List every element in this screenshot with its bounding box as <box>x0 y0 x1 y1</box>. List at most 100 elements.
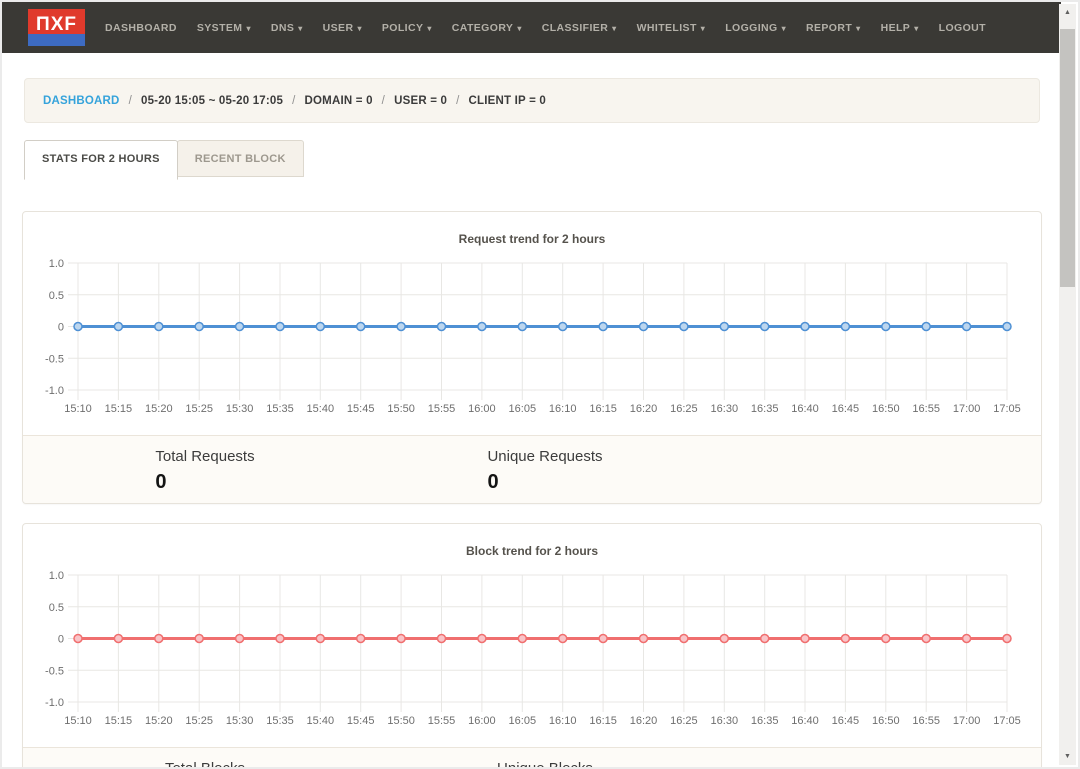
nav-item-label: CATEGORY <box>452 22 514 34</box>
breadcrumb-item: CLIENT IP = 0 <box>469 95 546 107</box>
svg-text:16:20: 16:20 <box>630 715 658 727</box>
nav-item-policy[interactable]: POLICY▾ <box>372 14 442 42</box>
block-trend-for-2-hours-card: Block trend for 2 hours1.00.50-0.5-1.015… <box>22 523 1042 767</box>
svg-text:15:20: 15:20 <box>145 403 173 415</box>
browser-window: ΠXF DASHBOARDSYSTEM▾DNS▾USER▾POLICY▾CATE… <box>0 0 1080 769</box>
nav-item-help[interactable]: HELP▾ <box>871 14 929 42</box>
svg-text:15:10: 15:10 <box>64 403 92 415</box>
svg-text:16:20: 16:20 <box>630 403 658 415</box>
nav-item-logging[interactable]: LOGGING ▾ <box>715 14 796 42</box>
nav-item-logout[interactable]: LOGOUT <box>929 14 996 42</box>
svg-text:16:55: 16:55 <box>912 403 940 415</box>
chevron-down-icon: ▾ <box>782 24 786 33</box>
svg-text:16:55: 16:55 <box>912 715 940 727</box>
nav-item-label: SYSTEM <box>197 22 243 34</box>
svg-text:16:10: 16:10 <box>549 715 577 727</box>
svg-text:16:35: 16:35 <box>751 403 779 415</box>
stat-label: Unique Blocks <box>497 760 593 767</box>
svg-text:15:55: 15:55 <box>428 403 456 415</box>
nav-item-label: LOGGING <box>725 22 777 34</box>
request-trend-for-2-hours-chart: 1.00.50-0.5-1.015:1015:1515:2015:2515:30… <box>30 255 1034 417</box>
svg-text:15:30: 15:30 <box>226 403 254 415</box>
svg-text:16:50: 16:50 <box>872 715 900 727</box>
stat-label: Unique Requests <box>487 448 602 466</box>
breadcrumb-item: DOMAIN = 0 <box>305 95 373 107</box>
scrollbar-thumb[interactable] <box>1060 29 1075 287</box>
svg-text:16:45: 16:45 <box>832 403 860 415</box>
svg-text:0: 0 <box>58 634 64 646</box>
svg-text:15:55: 15:55 <box>428 715 456 727</box>
svg-text:15:50: 15:50 <box>387 715 415 727</box>
svg-text:15:45: 15:45 <box>347 715 375 727</box>
nav-item-label: REPORT <box>806 22 852 34</box>
svg-text:-1.0: -1.0 <box>45 385 64 397</box>
svg-text:0.5: 0.5 <box>49 290 64 302</box>
svg-text:17:05: 17:05 <box>993 403 1021 415</box>
svg-text:16:00: 16:00 <box>468 403 496 415</box>
request-trend-for-2-hours-card: Request trend for 2 hours 1.0 0.5 0 -0.5 -1.0… <box>22 211 1042 504</box>
nav-item-user[interactable]: USER▾ <box>313 14 372 42</box>
block-trend-for-2-hours-chart: 1.00.50-0.5-1.015:1015:1515:2015:2515:30… <box>30 567 1034 729</box>
svg-text:-0.5: -0.5 <box>45 353 64 365</box>
svg-text:15:35: 15:35 <box>266 715 294 727</box>
svg-text:16:30: 16:30 <box>711 715 739 727</box>
stats-row: Total Requests 0 Unique Requests 0 <box>23 435 1041 503</box>
stat-value: 0 <box>155 470 254 494</box>
nav-item-report[interactable]: REPORT ▾ <box>796 14 871 42</box>
scroll-up-icon[interactable]: ▲ <box>1059 4 1076 21</box>
breadcrumb-separator: / <box>456 95 459 107</box>
nav-item-dns[interactable]: DNS▾ <box>261 14 313 42</box>
vertical-scrollbar[interactable]: ▲ ▼ <box>1059 4 1076 765</box>
svg-text:15:15: 15:15 <box>105 403 133 415</box>
chevron-down-icon: ▾ <box>298 24 302 33</box>
chevron-down-icon: ▾ <box>856 24 860 33</box>
svg-text:17:00: 17:00 <box>953 715 981 727</box>
top-navbar: ΠXF DASHBOARDSYSTEM▾DNS▾USER▾POLICY▾CATE… <box>2 2 1061 53</box>
nav-item-label: CLASSIFIER <box>542 22 608 34</box>
svg-text:16:05: 16:05 <box>509 403 537 415</box>
chart-title: Request trend for 2 hours <box>23 232 1041 247</box>
svg-text:16:40: 16:40 <box>791 715 819 727</box>
breadcrumb-dashboard-link[interactable]: DASHBOARD <box>43 95 120 107</box>
svg-text:16:00: 16:00 <box>468 715 496 727</box>
svg-text:1.0: 1.0 <box>49 258 64 270</box>
scroll-down-icon[interactable]: ▼ <box>1059 748 1076 765</box>
stat-label: Total Requests <box>155 448 254 466</box>
svg-text:-1.0: -1.0 <box>45 697 64 709</box>
cards: Request trend for 2 hours 1.0 0.5 0 -0.5 -1.0… <box>22 211 1042 767</box>
nav-item-label: HELP <box>881 22 911 34</box>
page: ΠXF DASHBOARDSYSTEM▾DNS▾USER▾POLICY▾CATE… <box>2 2 1061 767</box>
svg-text:15:20: 15:20 <box>145 715 173 727</box>
svg-text:0.5: 0.5 <box>49 602 64 614</box>
breadcrumb-separator: / <box>129 95 132 107</box>
svg-text:16:25: 16:25 <box>670 403 698 415</box>
nav-item-system[interactable]: SYSTEM▾ <box>187 14 261 42</box>
svg-text:16:15: 16:15 <box>589 715 617 727</box>
svg-text:15:10: 15:10 <box>64 715 92 727</box>
breadcrumb-segments: /05-20 15:05 ~ 05-20 17:05/DOMAIN = 0/US… <box>120 95 546 107</box>
tab-stats-for-2-hours[interactable]: STATS FOR 2 HOURS <box>24 140 178 180</box>
stat-label: Total Blocks <box>165 760 245 767</box>
app-logo-text: ΠXF <box>36 14 77 36</box>
app-logo[interactable]: ΠXF <box>28 9 85 46</box>
svg-text:16:45: 16:45 <box>832 715 860 727</box>
svg-text:15:45: 15:45 <box>347 403 375 415</box>
svg-text:16:15: 16:15 <box>589 403 617 415</box>
breadcrumb-separator: / <box>382 95 385 107</box>
svg-text:15:50: 15:50 <box>387 403 415 415</box>
tab-recent-block[interactable]: RECENT BLOCK <box>177 140 304 177</box>
nav-item-label: USER <box>323 22 354 34</box>
nav-item-label: LOGOUT <box>939 22 986 34</box>
nav-item-category[interactable]: CATEGORY▾ <box>442 14 532 42</box>
tab-bar: STATS FOR 2 HOURSRECENT BLOCK <box>24 140 1061 180</box>
nav-item-dashboard[interactable]: DASHBOARD <box>95 14 187 42</box>
breadcrumb-separator: / <box>292 95 295 107</box>
nav-item-whitelist[interactable]: WHITELIST▾ <box>627 14 716 42</box>
chevron-down-icon: ▾ <box>427 24 431 33</box>
stat-value: 0 <box>487 470 602 494</box>
svg-text:16:30: 16:30 <box>711 403 739 415</box>
chevron-down-icon: ▾ <box>246 24 250 33</box>
svg-text:-0.5: -0.5 <box>45 665 64 677</box>
nav-item-classifier[interactable]: CLASSIFIER▾ <box>532 14 627 42</box>
svg-text:16:25: 16:25 <box>670 715 698 727</box>
